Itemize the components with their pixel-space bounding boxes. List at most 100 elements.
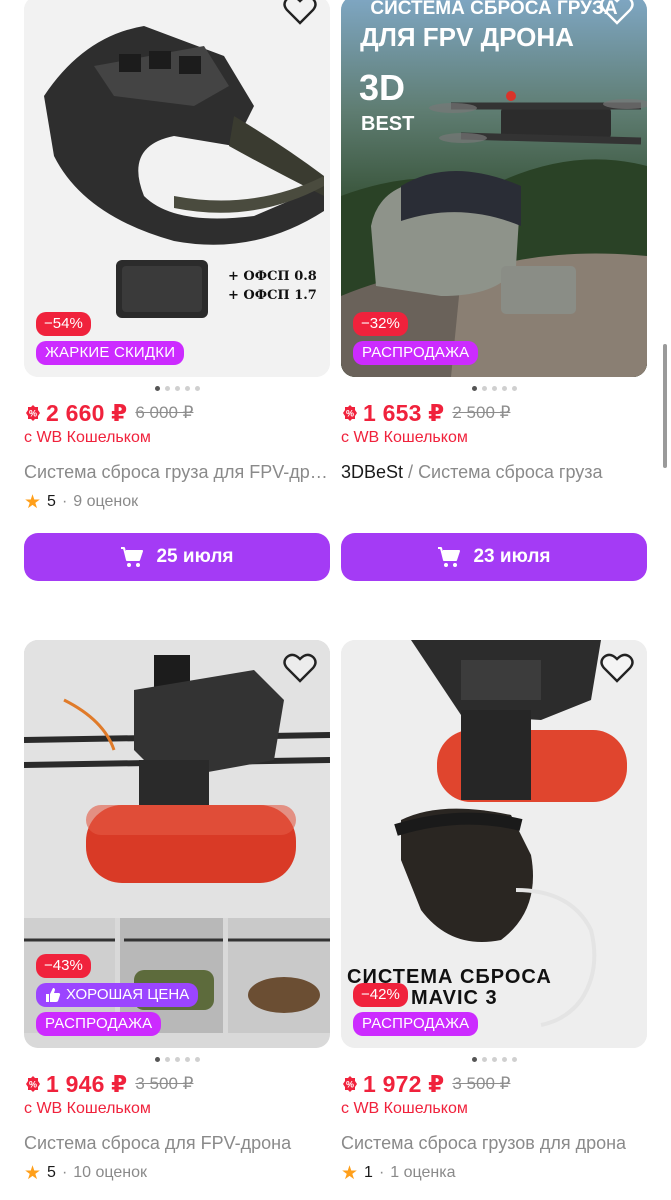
star-icon: ★ bbox=[24, 491, 42, 513]
pagination-dot bbox=[491, 1056, 497, 1062]
discount-badge: −42% bbox=[353, 983, 408, 1007]
price-row: % 1 653 ₽ 2 500 ₽ bbox=[341, 399, 647, 427]
wallet-note: с WB Кошельком bbox=[24, 429, 151, 446]
product-photo[interactable]: −43% ХОРОШАЯ ЦЕНА РАСПРОДАЖА bbox=[24, 640, 330, 1048]
rating-value: 5 bbox=[47, 1164, 56, 1181]
pagination-dot bbox=[174, 385, 180, 391]
product-title[interactable]: Система сброса для FPV-дрона bbox=[24, 1130, 330, 1156]
pagination-dot bbox=[174, 1056, 180, 1062]
star-icon: ★ bbox=[341, 1162, 359, 1184]
product-card[interactable]: −43% ХОРОШАЯ ЦЕНА РАСПРОДАЖА % 1 946 ₽ 3… bbox=[24, 640, 330, 1184]
price-row: % 1 946 ₽ 3 500 ₽ bbox=[24, 1070, 330, 1098]
pagination-dot bbox=[184, 1056, 190, 1062]
shopping-cart-icon bbox=[438, 547, 461, 567]
pagination-dot bbox=[471, 1056, 477, 1062]
product-card[interactable]: СИСТЕМА СБРОСА MAVIC 3 −42% РАСПРОДАЖА %… bbox=[341, 640, 647, 1184]
pagination-dot bbox=[481, 1056, 487, 1062]
add-to-cart-button[interactable]: 25 июля bbox=[24, 533, 330, 581]
svg-text:%: % bbox=[29, 1080, 37, 1090]
product-title[interactable]: 3DBeSt / Система сброса груза bbox=[341, 459, 647, 485]
pagination-dot bbox=[471, 385, 477, 391]
brand-logo: 3D bbox=[359, 67, 405, 108]
product-title[interactable]: Система сброса грузов для дрона bbox=[341, 1130, 647, 1156]
wallet-discount-icon: % bbox=[343, 1076, 357, 1092]
price: 1 972 ₽ bbox=[363, 1070, 445, 1097]
promo-badge: РАСПРОДАЖА bbox=[36, 1012, 162, 1036]
price: 1 653 ₽ bbox=[363, 399, 445, 426]
svg-text:%: % bbox=[346, 1080, 354, 1090]
pagination-dot bbox=[194, 385, 200, 391]
promo-badge: РАСПРОДАЖА bbox=[353, 1012, 479, 1036]
promo-badge: РАСПРОДАЖА bbox=[353, 341, 479, 365]
delivery-date: 23 июля bbox=[473, 546, 551, 567]
pagination-dot bbox=[501, 385, 507, 391]
product-title-text: Система сброса груза bbox=[418, 462, 603, 482]
wallet-note: с WB Кошельком bbox=[341, 1100, 468, 1117]
wallet-discount-icon: % bbox=[26, 405, 40, 421]
thumbs-up-icon bbox=[46, 988, 61, 1002]
heart-icon[interactable] bbox=[282, 0, 318, 26]
pagination-dot bbox=[164, 1056, 170, 1062]
brand-logo: BEST bbox=[361, 113, 414, 135]
separator: · bbox=[61, 493, 68, 510]
svg-text:%: % bbox=[346, 409, 354, 419]
pagination-dot bbox=[194, 1056, 200, 1062]
pagination-dot bbox=[154, 385, 160, 391]
pagination-dot bbox=[511, 1056, 517, 1062]
good-price-badge: ХОРОШАЯ ЦЕНА bbox=[36, 983, 199, 1007]
photo-caption: + ОФСП 0.8 bbox=[228, 269, 317, 284]
rating-row: ★ 5 · 10 оценок bbox=[24, 1162, 330, 1184]
separator: · bbox=[378, 1164, 385, 1181]
separator: · bbox=[61, 1164, 68, 1181]
discount-badge: −43% bbox=[36, 954, 91, 978]
rating-value: 5 bbox=[47, 493, 56, 510]
pagination-dot bbox=[164, 385, 170, 391]
star-icon: ★ bbox=[24, 1162, 42, 1184]
add-to-cart-button[interactable]: 23 июля bbox=[341, 533, 647, 581]
wallet-note: с WB Кошельком bbox=[341, 429, 468, 446]
photo-caption: + ОФСП 1.7 bbox=[228, 288, 317, 303]
product-photo[interactable]: СИСТЕМА СБРОСА MAVIC 3 −42% РАСПРОДАЖА bbox=[341, 640, 647, 1048]
price: 1 946 ₽ bbox=[46, 1070, 128, 1097]
price: 2 660 ₽ bbox=[46, 399, 128, 426]
old-price: 6 000 ₽ bbox=[135, 403, 194, 422]
product-card[interactable]: + ОФСП 0.8 + ОФСП 1.7 −54% ЖАРКИЕ СКИДКИ… bbox=[24, 0, 330, 581]
rating-value: 1 bbox=[364, 1164, 373, 1181]
pagination-dot bbox=[511, 385, 517, 391]
heart-icon[interactable] bbox=[599, 0, 635, 26]
shopping-cart-icon bbox=[121, 547, 144, 567]
product-card[interactable]: СИСТЕМА СБРОСА ГРУЗА ДЛЯ FPV ДРОНА 3D BE… bbox=[341, 0, 647, 581]
discount-badge: −54% bbox=[36, 312, 91, 336]
heart-icon[interactable] bbox=[282, 652, 318, 684]
heart-icon[interactable] bbox=[599, 652, 635, 684]
scrollbar[interactable] bbox=[663, 344, 667, 468]
review-count: 9 оценок bbox=[73, 493, 139, 510]
old-price: 2 500 ₽ bbox=[452, 403, 511, 422]
product-photo[interactable]: СИСТЕМА СБРОСА ГРУЗА ДЛЯ FPV ДРОНА 3D BE… bbox=[341, 0, 647, 377]
good-price-label: ХОРОШАЯ ЦЕНА bbox=[66, 986, 190, 1003]
old-price: 3 500 ₽ bbox=[135, 1074, 194, 1093]
pagination-dot bbox=[184, 385, 190, 391]
rating-row-empty bbox=[341, 491, 647, 513]
review-count: 1 оценка bbox=[390, 1164, 456, 1181]
photo-pagination bbox=[341, 377, 647, 399]
wallet-discount-icon: % bbox=[343, 405, 357, 421]
wallet-discount-icon: % bbox=[26, 1076, 40, 1092]
product-title[interactable]: Система сброса груза для FPV-дрона bbox=[24, 459, 330, 485]
price-row: % 1 972 ₽ 3 500 ₽ bbox=[341, 1070, 647, 1098]
photo-pagination bbox=[341, 1048, 647, 1070]
wallet-note: с WB Кошельком bbox=[24, 1100, 151, 1117]
photo-headline: ДЛЯ FPV ДРОНА bbox=[360, 22, 574, 52]
promo-badge: ЖАРКИЕ СКИДКИ bbox=[36, 341, 185, 365]
review-count: 10 оценок bbox=[73, 1164, 148, 1181]
delivery-date: 25 июля bbox=[156, 546, 234, 567]
photo-headline: СИСТЕМА СБРОСА ГРУЗА bbox=[370, 0, 617, 19]
pagination-dot bbox=[491, 385, 497, 391]
rating-row: ★ 5 · 9 оценок bbox=[24, 491, 330, 513]
discount-badge: −32% bbox=[353, 312, 408, 336]
product-photo[interactable]: + ОФСП 0.8 + ОФСП 1.7 −54% ЖАРКИЕ СКИДКИ bbox=[24, 0, 330, 377]
old-price: 3 500 ₽ bbox=[452, 1074, 511, 1093]
rating-row: ★ 1 · 1 оценка bbox=[341, 1162, 647, 1184]
photo-pagination bbox=[24, 1048, 330, 1070]
pagination-dot bbox=[501, 1056, 507, 1062]
